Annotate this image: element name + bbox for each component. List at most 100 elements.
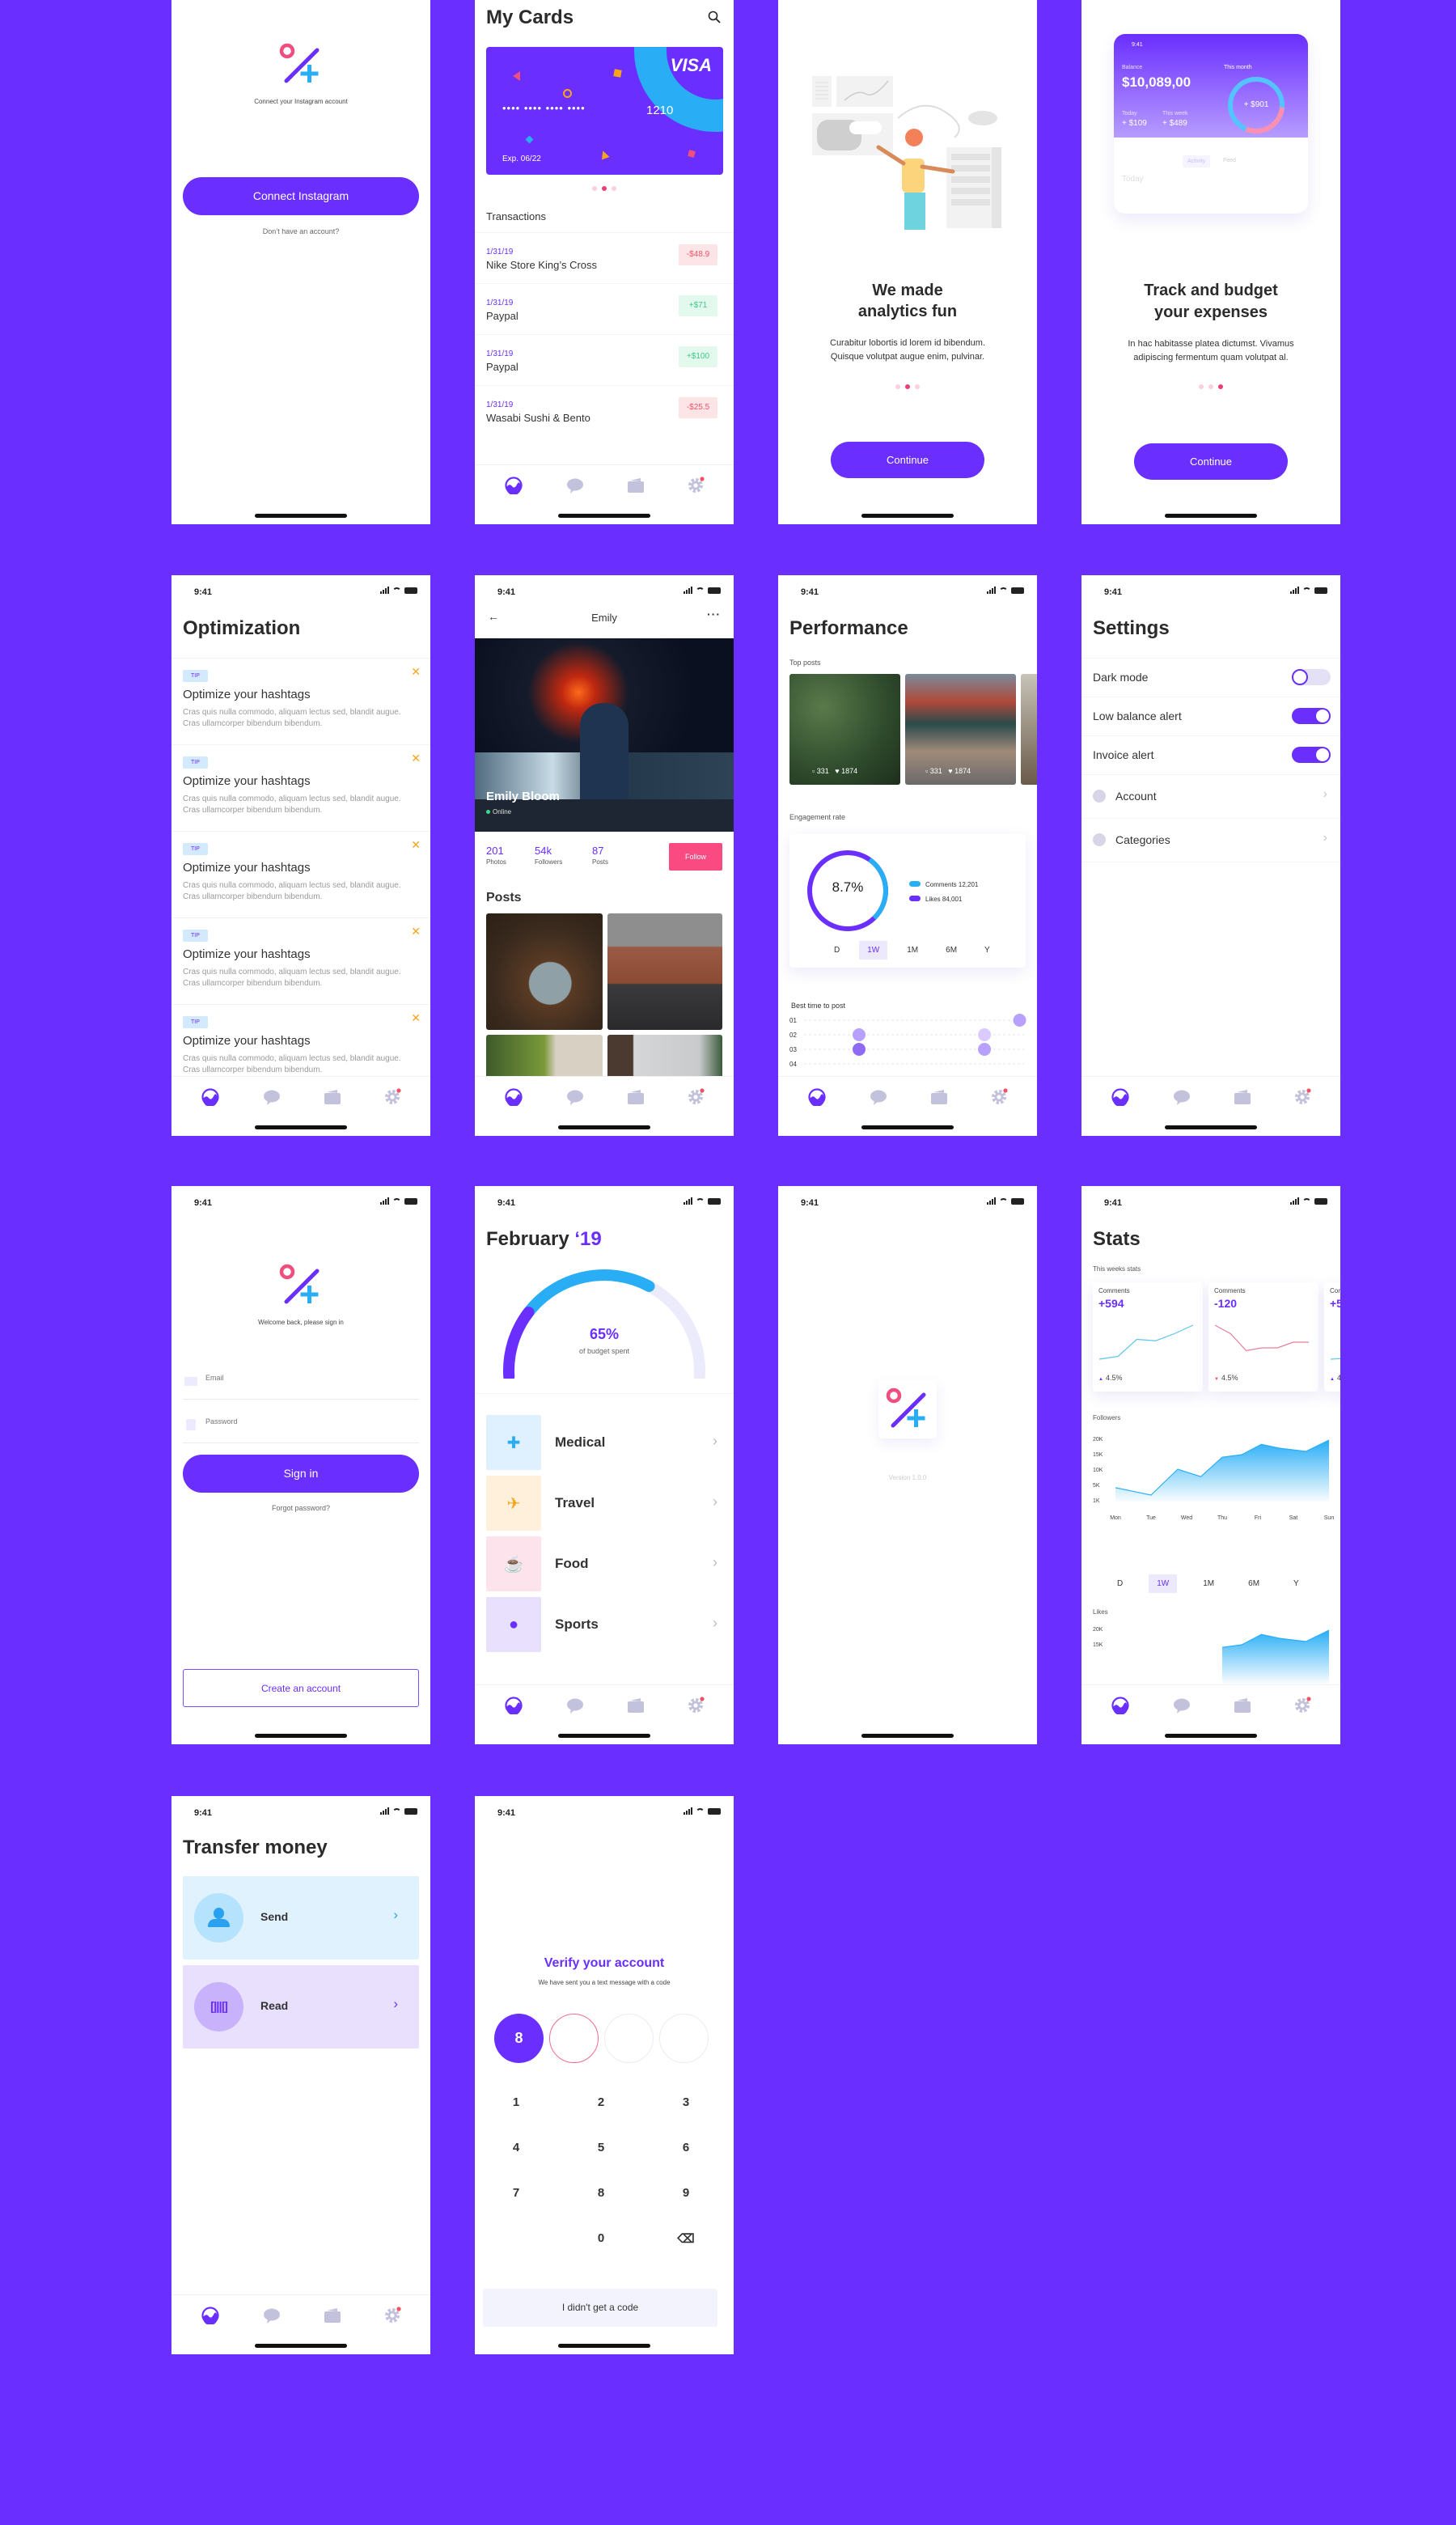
continue-button[interactable]: Continue	[831, 442, 984, 478]
tab-messages-icon[interactable]	[870, 1088, 887, 1106]
transaction-row[interactable]: 1/31/19 Nike Store King’s Cross -$48.9	[475, 232, 734, 283]
keypad-key[interactable]: 5	[585, 2141, 617, 2154]
forgot-password-link[interactable]: Forgot password?	[171, 1504, 430, 1512]
tab-settings-icon[interactable]	[687, 1088, 705, 1106]
top-post-market[interactable]: ▫ 331 ♥ 1874	[905, 674, 1016, 785]
continue-button[interactable]: Continue	[1134, 443, 1288, 480]
pager-dot[interactable]	[592, 186, 597, 191]
tip-card[interactable]: TIP ✕ Optimize your hashtags Cras quis null…	[171, 917, 430, 1004]
tab-messages-icon[interactable]	[263, 2307, 281, 2324]
pager-dot[interactable]	[1208, 384, 1213, 389]
range-D[interactable]: D	[826, 941, 848, 960]
tab-settings-icon[interactable]	[990, 1088, 1008, 1106]
email-field[interactable]	[183, 1369, 419, 1400]
toggle-switch[interactable]	[1292, 708, 1331, 724]
pager-dot-active[interactable]	[1218, 384, 1223, 389]
tab-home-icon[interactable]	[201, 2307, 219, 2324]
range-Y[interactable]: Y	[1285, 1574, 1307, 1593]
keypad-key[interactable]: 1	[500, 2095, 532, 2109]
range-6M[interactable]: 6M	[1240, 1574, 1268, 1593]
tab-wallet-icon[interactable]	[930, 1088, 948, 1106]
password-input[interactable]	[205, 1417, 367, 1426]
close-icon[interactable]: ✕	[411, 838, 421, 852]
code-digit-input[interactable]	[659, 2014, 709, 2063]
close-icon[interactable]: ✕	[411, 925, 421, 938]
range-6M[interactable]: 6M	[938, 941, 965, 960]
pager-dot-active[interactable]	[905, 384, 910, 389]
tab-home-icon[interactable]	[808, 1088, 826, 1106]
mini-stat-card[interactable]: Comments +5 ▲4	[1324, 1282, 1340, 1392]
tab-home-icon[interactable]	[201, 1088, 219, 1106]
resend-code-button[interactable]: I didn't get a code	[483, 2289, 717, 2327]
tip-card[interactable]: TIP ✕ Optimize your hashtags Cras quis null…	[171, 658, 430, 744]
transaction-row[interactable]: 1/31/19 Wasabi Sushi & Bento -$25.5	[475, 385, 734, 436]
tab-wallet-icon[interactable]	[324, 1088, 341, 1106]
tab-settings-icon[interactable]	[687, 477, 705, 494]
top-post-partial[interactable]	[1021, 674, 1037, 785]
range-Y[interactable]: Y	[976, 941, 998, 960]
setting-link-categories[interactable]: Categories ›	[1081, 818, 1340, 862]
email-input[interactable]	[205, 1374, 367, 1382]
credit-card[interactable]: VISA •••• •••• •••• •••• 1210 Exp. 06/22	[486, 47, 723, 175]
post-photo-food[interactable]	[486, 913, 603, 1030]
close-icon[interactable]: ✕	[411, 1011, 421, 1025]
close-icon[interactable]: ✕	[411, 665, 421, 679]
tab-home-icon[interactable]	[505, 1088, 523, 1106]
category-row[interactable]: ● Sports ›	[486, 1597, 722, 1652]
category-row[interactable]: ✈ Travel ›	[486, 1476, 722, 1531]
send-option[interactable]: Send ›	[183, 1876, 419, 1959]
tab-wallet-icon[interactable]	[324, 2307, 341, 2324]
tab-messages-icon[interactable]	[566, 1697, 584, 1714]
top-post-leaves[interactable]: ▫ 331 ♥ 1874	[789, 674, 900, 785]
category-row[interactable]: ☕ Food ›	[486, 1536, 722, 1591]
search-icon[interactable]	[708, 11, 721, 23]
tab-wallet-icon[interactable]	[627, 477, 645, 494]
tab-wallet-icon[interactable]	[1234, 1088, 1251, 1106]
backspace-key[interactable]: ⌫	[670, 2231, 702, 2246]
tab-settings-icon[interactable]	[1293, 1697, 1311, 1714]
connect-instagram-button[interactable]: Connect Instagram	[183, 177, 419, 215]
code-digit-input[interactable]: 8	[494, 2014, 544, 2063]
range-1W[interactable]: 1W	[1149, 1574, 1178, 1593]
tab-home-icon[interactable]	[1111, 1697, 1129, 1714]
tab-messages-icon[interactable]	[1173, 1088, 1191, 1106]
category-row[interactable]: ✚ Medical ›	[486, 1415, 722, 1470]
read-option[interactable]: [||||] Read ›	[183, 1965, 419, 2048]
follow-button[interactable]: Follow	[669, 843, 722, 871]
pager-dot[interactable]	[915, 384, 920, 389]
close-icon[interactable]: ✕	[411, 752, 421, 765]
password-field[interactable]	[183, 1413, 419, 1443]
range-1M[interactable]: 1M	[899, 941, 926, 960]
range-1M[interactable]: 1M	[1195, 1574, 1222, 1593]
mini-stat-card[interactable]: Comments +594 ▲ 4.5%	[1093, 1282, 1203, 1392]
pager-dot[interactable]	[1199, 384, 1204, 389]
transaction-row[interactable]: 1/31/19 Paypal +$100	[475, 334, 734, 385]
tab-settings-icon[interactable]	[1293, 1088, 1311, 1106]
post-photo-road[interactable]	[607, 913, 722, 1030]
keypad-key[interactable]: 7	[500, 2186, 532, 2200]
keypad-key[interactable]: 8	[585, 2186, 617, 2200]
tab-settings-icon[interactable]	[687, 1697, 705, 1714]
toggle-switch[interactable]	[1292, 669, 1331, 685]
keypad-key[interactable]: 3	[670, 2095, 702, 2109]
keypad-key[interactable]: 2	[585, 2095, 617, 2109]
tab-messages-icon[interactable]	[263, 1088, 281, 1106]
transaction-row[interactable]: 1/31/19 Paypal +$71	[475, 283, 734, 334]
keypad-key[interactable]: 6	[670, 2141, 702, 2154]
tab-home-icon[interactable]	[505, 477, 523, 494]
tip-card[interactable]: TIP ✕ Optimize your hashtags Cras quis null…	[171, 744, 430, 831]
no-account-link[interactable]: Don’t have an account?	[171, 227, 430, 235]
keypad-key[interactable]: 4	[500, 2141, 532, 2154]
tab-settings-icon[interactable]	[383, 2307, 401, 2324]
mini-stat-card[interactable]: Comments -120 ▼ 4.5%	[1208, 1282, 1318, 1392]
pager-dot[interactable]	[612, 186, 616, 191]
sign-in-button[interactable]: Sign in	[183, 1455, 419, 1493]
keypad-key[interactable]: 0	[585, 2231, 617, 2245]
toggle-switch[interactable]	[1292, 747, 1331, 763]
tab-wallet-icon[interactable]	[627, 1697, 645, 1714]
range-1W[interactable]: 1W	[859, 941, 888, 960]
tab-messages-icon[interactable]	[566, 1088, 584, 1106]
create-account-button[interactable]: Create an account	[183, 1669, 419, 1707]
pager-dot[interactable]	[895, 384, 900, 389]
tab-messages-icon[interactable]	[566, 477, 584, 494]
